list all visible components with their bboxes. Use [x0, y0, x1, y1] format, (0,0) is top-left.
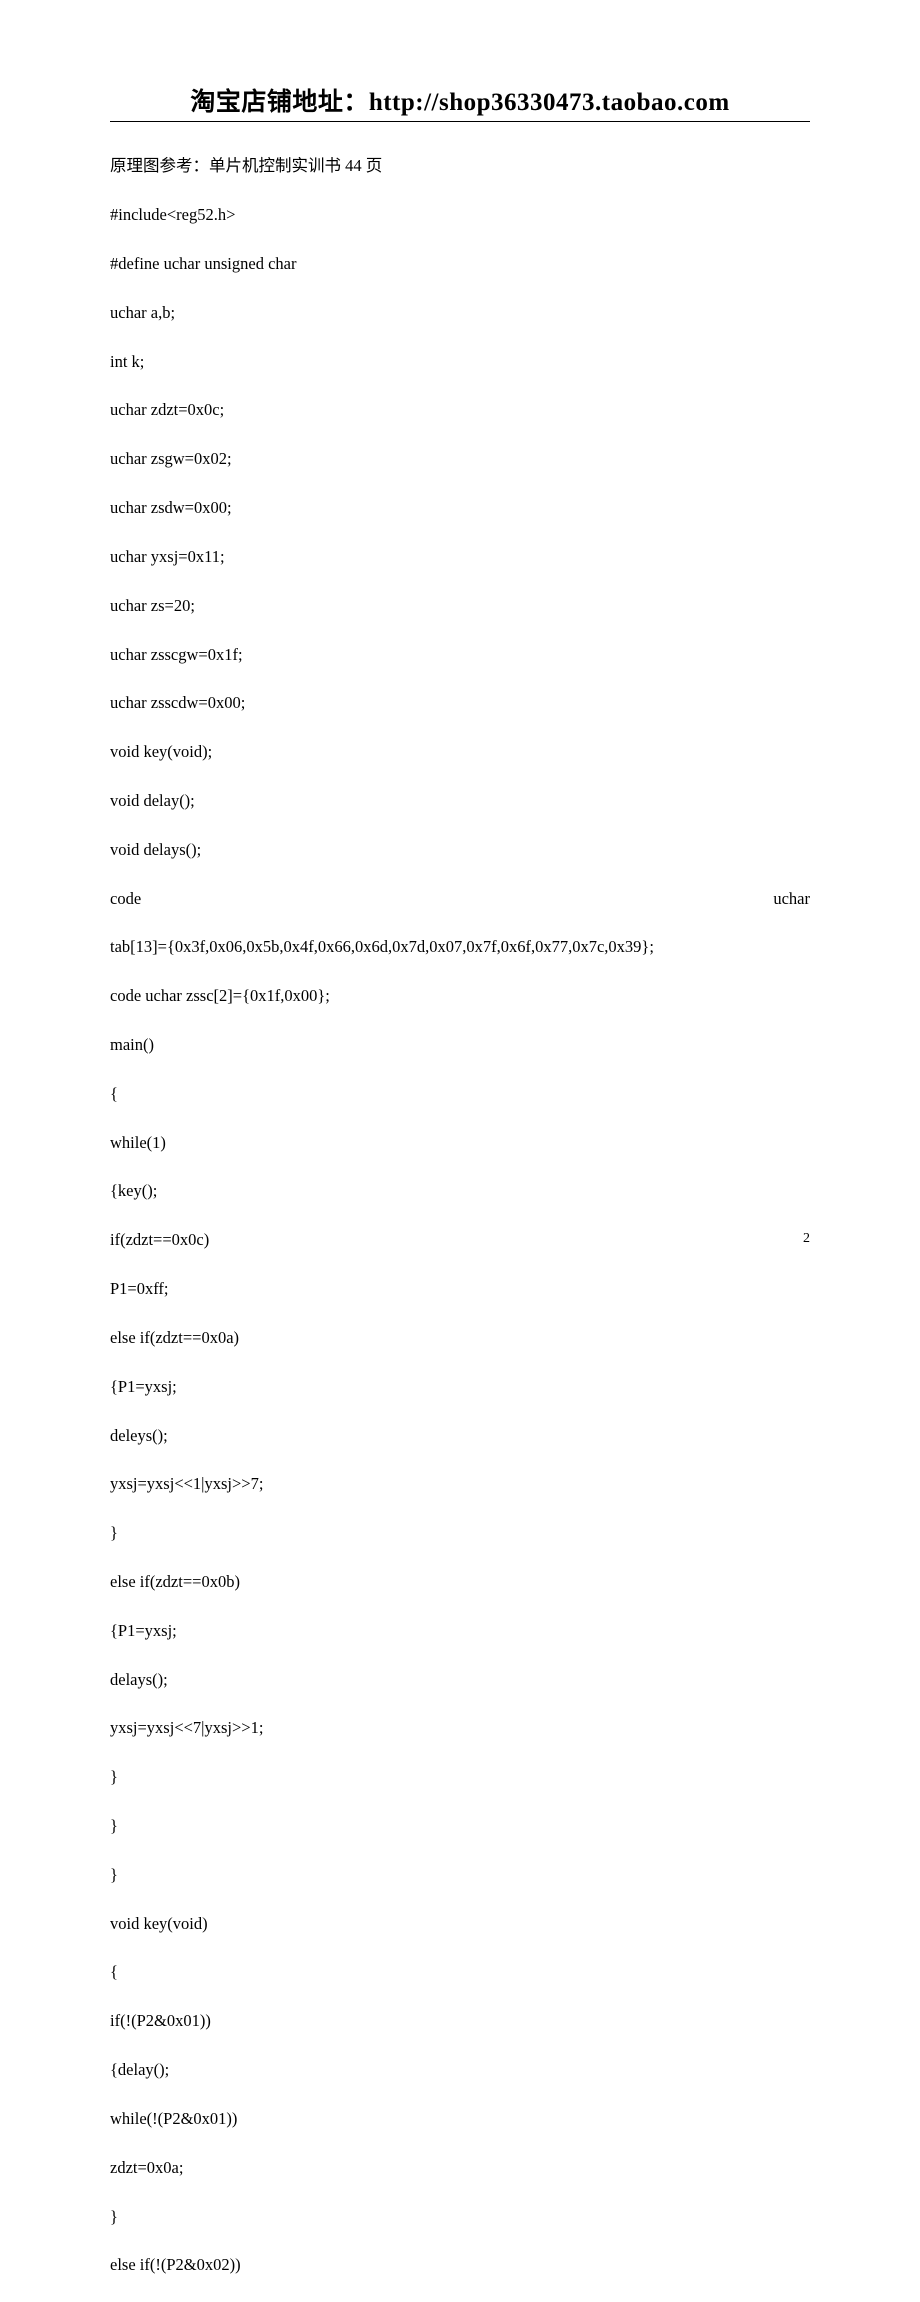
code-line: {P1=yxsj; — [110, 1619, 810, 1643]
code-line: zdzt=0x0a; — [110, 2156, 810, 2180]
page-number: 2 — [803, 1231, 810, 1247]
code-line: uchar zsscdw=0x00; — [110, 691, 810, 715]
code-line: {key(); — [110, 1179, 810, 1203]
code-line: void key(void) — [110, 1912, 810, 1936]
code-line: if(!(P2&0x01)) — [110, 2009, 810, 2033]
code-line: P1=0xff; — [110, 1277, 810, 1301]
code-line: else if(zdzt==0x0b) — [110, 1570, 810, 1594]
code-line: else if(zdzt==0x0a) — [110, 1326, 810, 1350]
code-line: void delays(); — [110, 838, 810, 862]
header-title: 淘宝店铺地址：http://shop36330473.taobao.com — [110, 82, 810, 122]
code-line: while(1) — [110, 1131, 810, 1155]
code-line: if(zdzt==0x0c) — [110, 1228, 810, 1252]
code-line: 原理图参考：单片机控制实训书 44 页 — [110, 154, 810, 178]
code-line: uchar zs=20; — [110, 594, 810, 618]
code-line: void delay(); — [110, 789, 810, 813]
code-line: uchar zdzt=0x0c; — [110, 398, 810, 422]
code-line: uchar a,b; — [110, 301, 810, 325]
code-line: deleys(); — [110, 1424, 810, 1448]
code-line-justified: code uchar — [110, 887, 810, 911]
code-block: 原理图参考：单片机控制实训书 44 页 #include<reg52.h> #d… — [110, 130, 810, 2302]
code-line: { — [110, 1082, 810, 1106]
code-line: { — [110, 1960, 810, 1984]
code-line: {delay(); — [110, 2058, 810, 2082]
code-line: uchar zsgw=0x02; — [110, 447, 810, 471]
code-line: uchar zsscgw=0x1f; — [110, 643, 810, 667]
code-line: int k; — [110, 350, 810, 374]
code-line: while(!(P2&0x01)) — [110, 2107, 810, 2131]
code-line: } — [110, 1863, 810, 1887]
code-line: else if(!(P2&0x02)) — [110, 2253, 810, 2277]
code-line: {P1=yxsj; — [110, 1375, 810, 1399]
code-line: } — [110, 2205, 810, 2229]
code-line: delays(); — [110, 1668, 810, 1692]
code-line: #include<reg52.h> — [110, 203, 810, 227]
code-line: void key(void); — [110, 740, 810, 764]
code-line: #define uchar unsigned char — [110, 252, 810, 276]
code-line: } — [110, 1521, 810, 1545]
code-line: yxsj=yxsj<<7|yxsj>>1; — [110, 1716, 810, 1740]
code-line: main() — [110, 1033, 810, 1057]
code-line: tab[13]={0x3f,0x06,0x5b,0x4f,0x66,0x6d,0… — [110, 935, 810, 959]
code-line: uchar zsdw=0x00; — [110, 496, 810, 520]
code-fragment: code — [110, 887, 141, 911]
code-line: } — [110, 1814, 810, 1838]
code-fragment: uchar — [773, 887, 810, 911]
code-line: } — [110, 1765, 810, 1789]
code-line: uchar yxsj=0x11; — [110, 545, 810, 569]
code-line: code uchar zssc[2]={0x1f,0x00}; — [110, 984, 810, 1008]
code-line: yxsj=yxsj<<1|yxsj>>7; — [110, 1472, 810, 1496]
